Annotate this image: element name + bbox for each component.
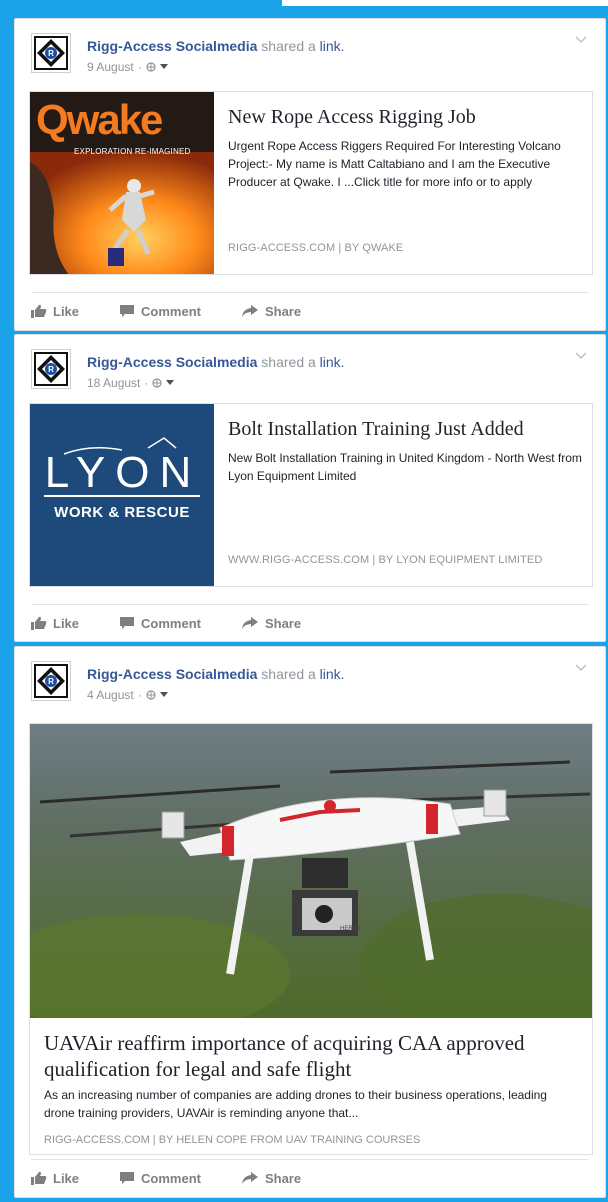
share-label: Share — [264, 615, 302, 631]
globe-icon[interactable] — [146, 62, 156, 72]
top-bar-fragment — [282, 0, 608, 6]
feed-post: R Rigg-Access Socialmedia shared a link.… — [14, 18, 606, 331]
lyon-tagline-text: WORK & RESCUE — [54, 504, 190, 521]
caret-down-icon[interactable] — [159, 692, 168, 698]
share-label: Share — [264, 1170, 302, 1186]
camera-label: HERO3 — [340, 926, 361, 932]
link-preview-card-large[interactable]: HERO3 UAVAir reaffirm importance of acqu… — [29, 723, 593, 1155]
post-header: R Rigg-Access Socialmedia shared a link.… — [31, 349, 589, 397]
post-options-chevron-down-icon[interactable] — [575, 661, 589, 675]
link-card-domain: RIGG-ACCESS.COM | BY QWAKE — [228, 242, 404, 254]
rigg-access-logo-icon: R — [34, 664, 68, 698]
separator-dot: · — [137, 60, 142, 74]
shared-link[interactable]: link. — [320, 38, 345, 54]
globe-icon[interactable] — [146, 690, 156, 700]
post-options-chevron-down-icon[interactable] — [575, 33, 589, 47]
post-header: R Rigg-Access Socialmedia shared a link.… — [31, 33, 589, 81]
rigg-access-logo-icon: R — [34, 352, 68, 386]
avatar[interactable]: R — [31, 349, 71, 389]
link-card-title[interactable]: Bolt Installation Training Just Added — [228, 417, 582, 441]
link-card-domain: RIGG-ACCESS.COM | BY HELEN COPE FROM UAV… — [44, 1134, 421, 1146]
rigg-access-logo-icon: R — [34, 36, 68, 70]
link-card-title[interactable]: UAVAir reaffirm importance of acquiring … — [44, 1030, 578, 1082]
like-label: Like — [53, 303, 80, 319]
author-name-link[interactable]: Rigg-Access Socialmedia — [87, 354, 257, 370]
thumbs-up-icon — [31, 304, 47, 318]
separator-dot: · — [137, 688, 142, 702]
globe-icon[interactable] — [152, 378, 162, 388]
comment-label: Comment — [141, 1170, 201, 1186]
link-card-description: As an increasing number of companies are… — [44, 1088, 547, 1120]
post-author-line: Rigg-Access Socialmedia shared a link. — [87, 354, 345, 370]
avatar[interactable]: R — [31, 661, 71, 701]
share-arrow-icon — [241, 305, 258, 317]
link-card-text: New Rope Access Rigging Job Urgent Rope … — [228, 92, 582, 274]
svg-text:R: R — [48, 49, 54, 58]
comment-icon — [120, 1172, 135, 1184]
author-name-link[interactable]: Rigg-Access Socialmedia — [87, 666, 257, 682]
thumbs-up-icon — [31, 1171, 47, 1185]
comment-button[interactable]: Comment — [119, 1171, 201, 1186]
link-preview-card[interactable]: LYON WORK & RESCUE Bolt Installation Tra… — [29, 403, 593, 587]
share-button[interactable]: Share — [241, 304, 301, 319]
svg-text:R: R — [48, 365, 54, 374]
link-card-title[interactable]: New Rope Access Rigging Job — [228, 105, 582, 129]
link-thumbnail: Qwake EXPLORATION RE-IMAGINED — [30, 92, 214, 274]
link-thumbnail: LYON WORK & RESCUE — [30, 404, 214, 586]
shared-text: shared a — [261, 666, 316, 682]
link-card-description: New Bolt Installation Training in United… — [228, 451, 582, 483]
link-card-domain: WWW.RIGG-ACCESS.COM | BY LYON EQUIPMENT … — [228, 554, 543, 566]
post-date[interactable]: 4 August — [87, 688, 134, 702]
feed-post: R Rigg-Access Socialmedia shared a link.… — [14, 646, 606, 1198]
comment-button[interactable]: Comment — [119, 616, 201, 631]
thumbs-up-icon — [31, 616, 47, 630]
comment-icon — [120, 617, 135, 629]
thumb-tagline-text: EXPLORATION RE-IMAGINED — [74, 147, 191, 156]
post-meta: 18 August · — [87, 376, 175, 390]
lyon-brand-text: LYON — [44, 448, 202, 497]
comment-label: Comment — [141, 303, 201, 319]
comment-label: Comment — [141, 615, 201, 631]
post-date[interactable]: 9 August — [87, 60, 134, 74]
post-meta: 4 August · — [87, 688, 168, 702]
shared-text: shared a — [261, 38, 316, 54]
author-name-link[interactable]: Rigg-Access Socialmedia — [87, 38, 257, 54]
link-preview-card[interactable]: Qwake EXPLORATION RE-IMAGINED New Rope A… — [29, 91, 593, 275]
share-arrow-icon — [241, 617, 258, 629]
separator-dot: · — [144, 376, 149, 390]
share-label: Share — [264, 303, 302, 319]
link-card-text: Bolt Installation Training Just Added Ne… — [228, 404, 582, 586]
share-arrow-icon — [241, 1172, 258, 1184]
avatar[interactable]: R — [31, 33, 71, 73]
svg-text:R: R — [48, 677, 54, 686]
comment-icon — [120, 305, 135, 317]
shared-text: shared a — [261, 354, 316, 370]
caret-down-icon[interactable] — [159, 64, 168, 70]
caret-down-icon[interactable] — [166, 380, 175, 386]
post-options-chevron-down-icon[interactable] — [575, 349, 589, 363]
link-card-description: Urgent Rope Access Riggers Required For … — [228, 139, 561, 189]
post-actions: Like Comment Share — [31, 1159, 589, 1196]
share-button[interactable]: Share — [241, 1171, 301, 1186]
post-actions: Like Comment Share — [31, 292, 589, 329]
drone-image: HERO3 — [30, 724, 592, 1018]
shared-link[interactable]: link. — [320, 354, 345, 370]
feed-post: R Rigg-Access Socialmedia shared a link.… — [14, 334, 606, 642]
post-header: R Rigg-Access Socialmedia shared a link.… — [31, 661, 589, 709]
like-button[interactable]: Like — [31, 1171, 79, 1186]
like-button[interactable]: Like — [31, 616, 79, 631]
comment-button[interactable]: Comment — [119, 304, 201, 319]
thumb-brand-text: Qwake — [36, 96, 163, 143]
post-author-line: Rigg-Access Socialmedia shared a link. — [87, 666, 345, 682]
post-date[interactable]: 18 August — [87, 376, 140, 390]
like-label: Like — [53, 1170, 80, 1186]
post-actions: Like Comment Share — [31, 604, 589, 641]
shared-link[interactable]: link. — [320, 666, 345, 682]
like-button[interactable]: Like — [31, 304, 79, 319]
like-label: Like — [53, 615, 80, 631]
drone-photo: HERO3 — [30, 724, 592, 1018]
post-author-line: Rigg-Access Socialmedia shared a link. — [87, 38, 345, 54]
post-meta: 9 August · — [87, 60, 168, 74]
share-button[interactable]: Share — [241, 616, 301, 631]
